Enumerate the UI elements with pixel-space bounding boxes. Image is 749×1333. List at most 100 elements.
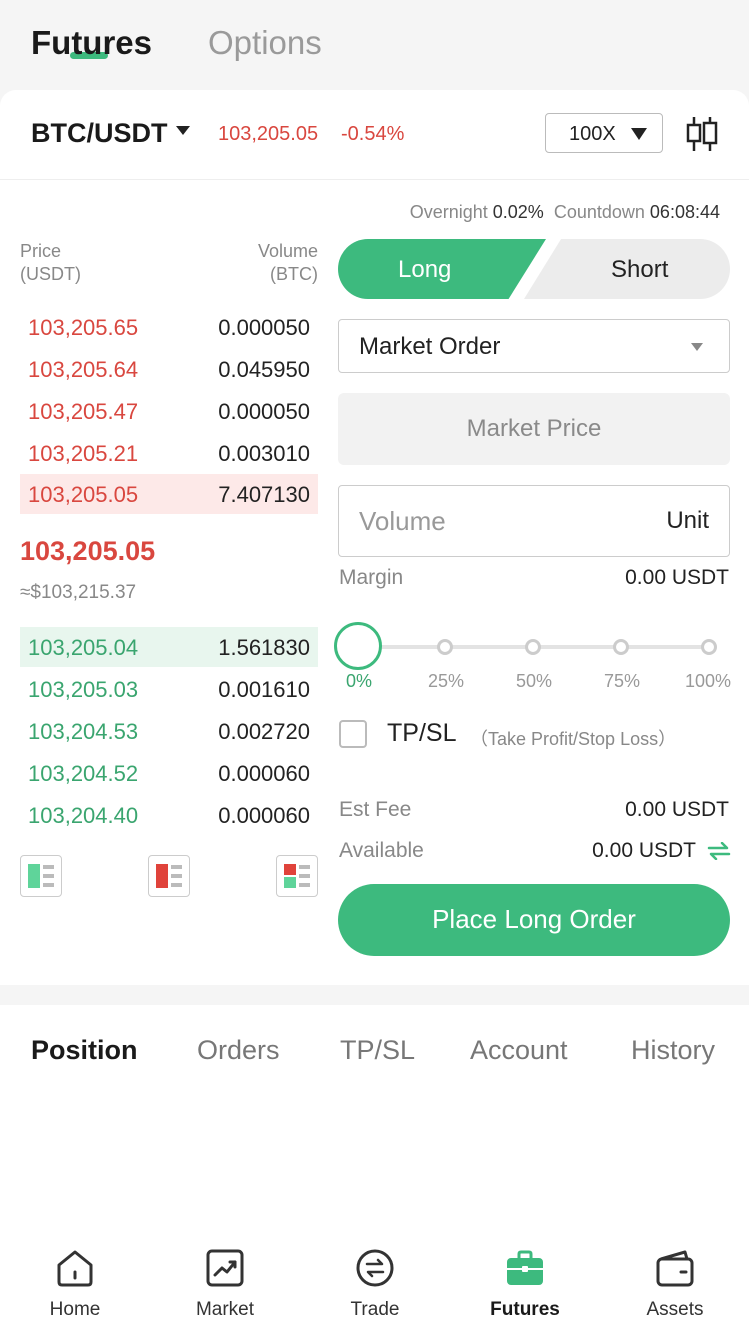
tab-tpsl[interactable]: TP/SL: [340, 1035, 415, 1066]
bid-volume: 1.561830: [218, 635, 310, 660]
slider-label: 75%: [604, 671, 641, 691]
bid-row[interactable]: 103,204.52 0.000060: [20, 753, 318, 793]
leverage-select[interactable]: 100X: [545, 113, 663, 153]
triangle-down-icon: [631, 128, 647, 140]
tab-orders[interactable]: Orders: [197, 1035, 280, 1066]
top-tabs: Futures Options: [0, 0, 749, 90]
nav-label: Home: [49, 1299, 101, 1320]
bid-price: 103,204.52: [28, 761, 139, 786]
pair-price: 103,205.05: [218, 123, 319, 145]
nav-market[interactable]: Market: [170, 1233, 280, 1333]
caret-down-icon[interactable]: [176, 126, 190, 135]
orderbook-both-button[interactable]: [276, 855, 318, 897]
nav-label: Futures: [490, 1299, 560, 1320]
price-header-unit: (USDT): [20, 264, 81, 284]
bid-price: 103,204.53: [28, 719, 139, 744]
orderbook-asks-only-button[interactable]: [148, 855, 190, 897]
bid-row[interactable]: 103,205.04 1.561830: [20, 627, 318, 667]
tab-history[interactable]: History: [631, 1035, 715, 1066]
orderbook-bids-only-button[interactable]: [20, 855, 62, 897]
slider-label: 100%: [685, 671, 732, 691]
caret-down-icon: [691, 343, 703, 351]
home-icon: [57, 1250, 93, 1287]
order-type-select[interactable]: Market Order: [338, 319, 730, 373]
candlestick-chart-icon[interactable]: [685, 115, 719, 153]
order-type-value: Market Order: [359, 333, 501, 360]
ask-volume: 0.000050: [218, 315, 310, 340]
ask-row[interactable]: 103,205.21 0.003010: [20, 433, 318, 473]
ask-price: 103,205.47: [28, 399, 139, 424]
bid-row[interactable]: 103,204.40 0.000060: [20, 795, 318, 835]
ask-row[interactable]: 103,205.47 0.000050: [20, 391, 318, 431]
orderbook-volume-header: Volume (BTC): [258, 240, 318, 286]
trade-exchange-icon: [356, 1249, 394, 1287]
price-header-label: Price: [20, 241, 62, 261]
nav-home[interactable]: Home: [20, 1233, 130, 1333]
slider-label: 25%: [428, 671, 465, 691]
countdown-label: Countdown: [553, 202, 645, 222]
bid-row[interactable]: 103,204.53 0.002720: [20, 711, 318, 751]
bid-price: 103,204.40: [28, 803, 139, 828]
nav-trade[interactable]: Trade: [320, 1233, 430, 1333]
wallet-icon: [656, 1250, 694, 1287]
bottom-nav: Home Market Trade Futures Assets: [0, 1233, 749, 1333]
slider-stop-25[interactable]: [437, 639, 453, 655]
slider-stop-50[interactable]: [525, 639, 541, 655]
futures-briefcase-icon: [507, 1250, 543, 1285]
last-price: 103,205.05: [20, 536, 156, 566]
ask-volume: 7.407130: [218, 482, 310, 507]
bid-price: 103,205.04: [28, 635, 139, 660]
tab-futures[interactable]: Futures: [31, 24, 152, 62]
ask-row[interactable]: 103,205.64 0.045950: [20, 349, 318, 389]
ask-row[interactable]: 103,205.65 0.000050: [20, 307, 318, 347]
bid-volume: 0.002720: [218, 719, 310, 744]
volume-unit-button[interactable]: Unit: [666, 507, 709, 535]
available-label: Available: [339, 839, 424, 862]
margin-value: 0.00 USDT: [625, 566, 729, 589]
short-label[interactable]: Short: [611, 256, 668, 284]
slider-stop-75[interactable]: [613, 639, 629, 655]
side-toggle: [338, 239, 730, 299]
bid-row[interactable]: 103,205.03 0.001610: [20, 669, 318, 709]
ask-volume: 0.000050: [218, 399, 310, 424]
tpsl-checkbox[interactable]: [339, 720, 367, 748]
overnight-label: Overnight: [409, 202, 488, 222]
nav-assets[interactable]: Assets: [620, 1233, 730, 1333]
pair-selector[interactable]: BTC/USDT: [31, 118, 168, 149]
ask-row[interactable]: 103,205.05 7.407130: [20, 474, 318, 514]
fee-value: 0.00 USDT: [625, 798, 729, 821]
fee-label: Est Fee: [339, 798, 412, 821]
position-tabs: Position Orders TP/SL Account History: [0, 1005, 749, 1265]
volume-input[interactable]: Volume Unit: [338, 485, 730, 557]
ask-volume: 0.003010: [218, 441, 310, 466]
ask-price: 103,205.65: [28, 315, 139, 340]
pair-header: BTC/USDT 103,205.05 -0.54% 100X: [0, 90, 749, 180]
place-long-order-button[interactable]: Place Long Order: [338, 884, 730, 956]
ask-volume: 0.045950: [218, 357, 310, 382]
tab-options[interactable]: Options: [208, 24, 322, 62]
both-layout-icon: [284, 864, 310, 888]
market-price-field: Market Price: [338, 393, 730, 465]
nav-futures[interactable]: Futures: [470, 1233, 580, 1333]
nav-label: Market: [195, 1299, 255, 1320]
tab-account[interactable]: Account: [470, 1035, 568, 1066]
slider-knob[interactable]: [334, 622, 382, 670]
pair-change: -0.54%: [341, 123, 405, 145]
leverage-value: 100X: [569, 123, 616, 145]
transfer-arrows-icon[interactable]: [707, 842, 731, 860]
volume-header-unit: (BTC): [270, 264, 318, 284]
overnight-value: 0.02%: [492, 202, 544, 222]
bids-layout-icon: [28, 864, 54, 888]
slider-stop-100[interactable]: [701, 639, 717, 655]
funding-info: Overnight 0.02% Countdown 06:08:44: [410, 202, 720, 223]
trade-card: BTC/USDT 103,205.05 -0.54% 100X Overnigh…: [0, 90, 749, 985]
tab-position[interactable]: Position: [31, 1035, 138, 1066]
long-label[interactable]: Long: [398, 256, 451, 284]
tpsl-label[interactable]: TP/SL: [387, 719, 456, 748]
asks-layout-icon: [156, 864, 182, 888]
orderbook-price-header: Price (USDT): [20, 240, 81, 286]
margin-label: Margin: [339, 566, 404, 589]
bid-volume: 0.000060: [218, 761, 310, 786]
nav-label: Assets: [646, 1299, 704, 1320]
market-chart-icon: [206, 1249, 244, 1287]
